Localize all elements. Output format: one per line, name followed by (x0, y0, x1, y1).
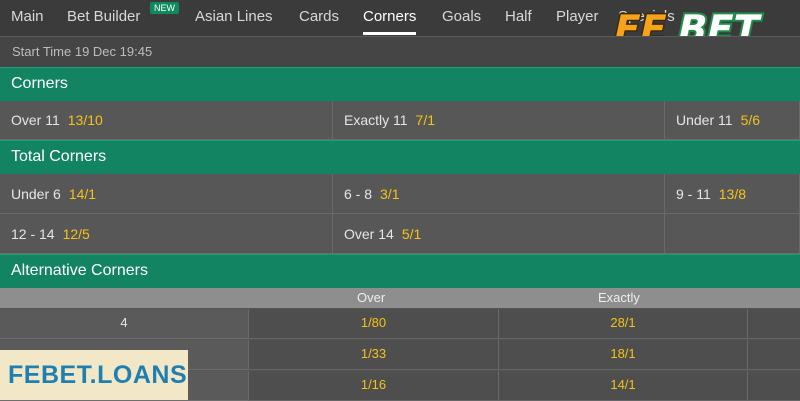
tab-bet-builder[interactable]: Bet Builder (67, 0, 140, 36)
selection-odds: 5/1 (401, 226, 422, 242)
alt-corners-header: Over Exactly (0, 288, 800, 308)
selection-odds: 5/6 (740, 112, 761, 128)
selection-odds: 3/1 (380, 186, 400, 202)
exactly-odds[interactable]: 14/1 (498, 371, 747, 401)
selection-label: Over 14 (344, 226, 394, 242)
over-odds[interactable]: 1/16 (248, 371, 498, 401)
selection-label: 12 - 14 (11, 226, 55, 242)
start-time: Start Time 19 Dec 19:45 (12, 44, 153, 59)
exactly-odds[interactable]: 28/1 (498, 309, 747, 339)
tab-main[interactable]: Main (11, 0, 44, 36)
selection-label: Under 6 (11, 186, 61, 202)
selection-odds: 14/1 (68, 186, 97, 202)
selection-odds: 12/5 (62, 226, 90, 242)
start-time-bar: Start Time 19 Dec 19:45 (0, 36, 800, 67)
column-header-over: Over (357, 290, 386, 305)
tab-corners[interactable]: Corners (363, 0, 417, 36)
market-12-14[interactable]: 12 - 14 12/5 (0, 214, 333, 254)
empty-cell (665, 214, 800, 254)
market-over-11[interactable]: Over 11 13/10 (0, 101, 333, 140)
market-6-8[interactable]: 6 - 8 3/1 (333, 174, 665, 214)
section-total-corners[interactable]: Total Corners (0, 140, 800, 175)
over-odds[interactable]: 1/33 (248, 340, 498, 370)
selection-label: Exactly 11 (344, 112, 408, 128)
empty-cell (747, 371, 800, 401)
watermark-text: FEBET.LOANS (8, 361, 188, 389)
tab-goals[interactable]: Goals (442, 0, 481, 36)
market-exactly-11[interactable]: Exactly 11 7/1 (333, 101, 665, 140)
selection-label: Under 11 (676, 112, 733, 128)
market-over-14[interactable]: Over 14 5/1 (333, 214, 665, 254)
new-badge: NEW (150, 2, 179, 14)
exactly-odds[interactable]: 18/1 (498, 340, 747, 370)
section-corners[interactable]: Corners (0, 67, 800, 102)
tab-cards[interactable]: Cards (299, 0, 339, 36)
over-odds[interactable]: 1/80 (248, 309, 498, 339)
empty-cell (747, 340, 800, 370)
column-header-exactly: Exactly (598, 290, 640, 305)
market-under-11[interactable]: Under 11 5/6 (665, 101, 800, 140)
table-row: 4 1/80 28/1 (0, 309, 800, 339)
market-under-6[interactable]: Under 6 14/1 (0, 174, 333, 214)
section-title: Alternative Corners (11, 262, 148, 279)
tab-asian-lines[interactable]: Asian Lines (195, 0, 273, 36)
site-watermark: FEBET.LOANS (0, 350, 188, 400)
tab-half[interactable]: Half (505, 0, 532, 36)
section-title: Corners (11, 75, 68, 92)
market-9-11[interactable]: 9 - 11 13/8 (665, 174, 800, 214)
line-value: 4 (0, 309, 248, 339)
section-alternative-corners[interactable]: Alternative Corners (0, 254, 800, 289)
selection-label: 6 - 8 (344, 186, 373, 202)
selection-label: 9 - 11 (676, 186, 711, 202)
tab-player[interactable]: Player (556, 0, 599, 36)
section-title: Total Corners (11, 148, 107, 165)
empty-cell (747, 309, 800, 339)
selection-odds: 13/8 (718, 186, 747, 202)
selection-odds: 13/10 (67, 112, 103, 128)
selection-odds: 7/1 (415, 112, 436, 128)
selection-label: Over 11 (11, 112, 60, 128)
